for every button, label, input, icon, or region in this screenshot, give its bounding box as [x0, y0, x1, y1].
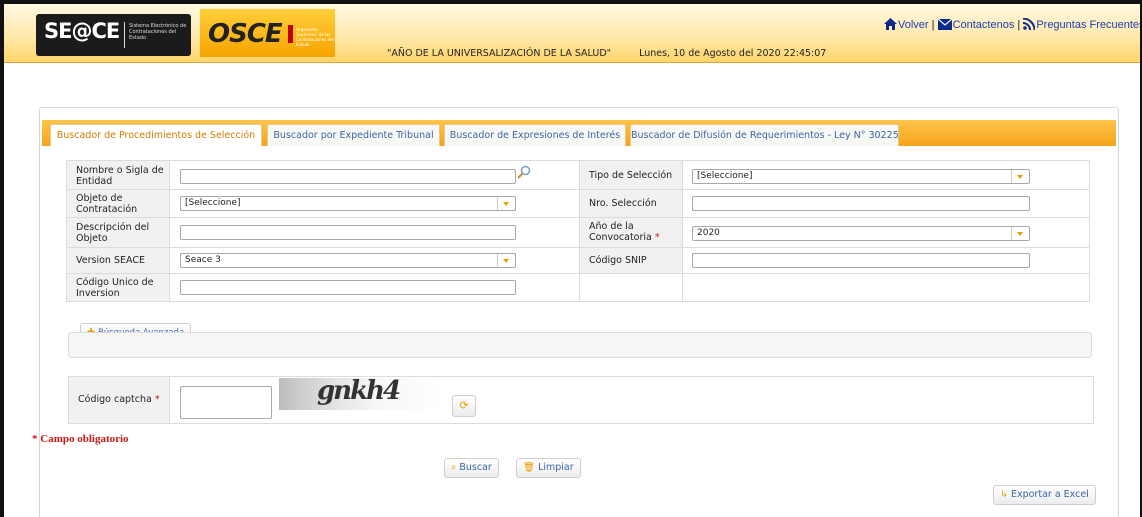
top-navigation: Volver | Contactenos | Preguntas Frecuen… [884, 17, 1140, 33]
tipo-seleccion-value: [Seleccione] [697, 171, 753, 181]
trash-icon: 🗑 [523, 462, 536, 473]
cell-divider [169, 377, 170, 423]
exportar-excel-button[interactable]: ↳ Exportar a Excel [993, 485, 1096, 505]
header-slogan-line: "AÑO DE LA UNIVERSALIZACIÓN DE LA SALUD"… [387, 48, 826, 59]
buscar-label: Buscar [459, 462, 492, 473]
limpiar-button[interactable]: 🗑 Limpiar [516, 458, 581, 478]
search-panel: Buscador de Procedimientos de Selección … [32, 107, 1119, 517]
osce-logo-text: OSCE [208, 19, 283, 49]
tab-expresiones-interes[interactable]: Buscador de Expresiones de Interés [444, 124, 626, 146]
seace-logo[interactable]: SE@CE Sistema Electrónico de Contratacio… [36, 14, 191, 56]
codigo-unico-inversion-label: Código Unico de Inversion [76, 277, 154, 299]
captcha-image: gnkh4 [279, 376, 444, 410]
captcha-image-text: gnkh4 [317, 376, 401, 406]
seace-logo-subtitle: Sistema Electrónico de Contrataciones de… [129, 23, 187, 41]
osce-logo-subtitle: Organismo Supervisor de las Contratacion… [296, 27, 334, 47]
form-row: Descripción del Objeto Año de la Convoca… [66, 218, 1090, 248]
version-seace-value: Seace 3 [185, 255, 221, 265]
codigo-snip-label: Código SNIP [589, 255, 647, 266]
chevron-down-icon[interactable] [497, 254, 515, 267]
header-datetime: Lunes, 10 de Agosto del 2020 22:45:07 [639, 48, 827, 59]
chevron-down-icon[interactable] [1011, 227, 1029, 240]
cell-divider [579, 248, 580, 273]
contactenos-link[interactable]: Contactenos [953, 19, 1015, 31]
anio-convocatoria-value: 2020 [697, 228, 720, 238]
envelope-icon[interactable] [937, 18, 952, 33]
cell-divider [579, 161, 580, 189]
codigo-snip-input[interactable] [692, 253, 1030, 268]
captcha-section: Código captcha * gnkh4 ⟳ [68, 376, 1094, 424]
objeto-contratacion-value: [Seleccione] [185, 198, 241, 208]
tipo-seleccion-label: Tipo de Selección [589, 170, 673, 181]
cell-divider [169, 274, 170, 301]
cell-divider [169, 190, 170, 217]
anio-convocatoria-select[interactable]: 2020 [692, 226, 1030, 241]
mandatory-note: * Campo obligatorio [32, 433, 129, 445]
form-row: Nombre o Sigla de Entidad Tipo de Selecc… [66, 160, 1090, 190]
cell-divider [579, 218, 580, 247]
tab-procedimientos[interactable]: Buscador de Procedimientos de Selección [50, 124, 262, 146]
cell-divider [169, 218, 170, 247]
browser-frame: SE@CE Sistema Electrónico de Contratacio… [0, 0, 1142, 517]
cell-divider [682, 190, 683, 217]
cell-divider [169, 161, 170, 189]
nav-separator: | [1017, 19, 1021, 31]
cell-divider [682, 248, 683, 273]
form-row: Version SEACE Seace 3 Código SNIP [66, 248, 1090, 274]
search-icon[interactable] [517, 164, 531, 183]
anio-convocatoria-text: Año de la Convocatoria [589, 221, 652, 243]
chevron-down-icon[interactable] [497, 197, 515, 210]
home-icon[interactable] [884, 18, 897, 33]
cell-divider [169, 248, 170, 273]
codigo-captcha-text: Código captcha [78, 394, 152, 405]
tipo-seleccion-select[interactable]: [Seleccione] [692, 169, 1030, 184]
nro-seleccion-label: Nro. Selección [589, 198, 657, 209]
exportar-label: Exportar a Excel [1010, 489, 1089, 500]
codigo-captcha-label: Código captcha * [78, 394, 160, 405]
limpiar-label: Limpiar [538, 462, 574, 473]
refresh-captcha-button[interactable]: ⟳ [452, 395, 476, 417]
cell-divider [579, 190, 580, 217]
seace-logo-text: SE@CE [44, 19, 120, 43]
form-row: Objeto de Contratación [Seleccione] Nro.… [66, 190, 1090, 218]
version-seace-label: Version SEACE [76, 255, 145, 266]
captcha-input[interactable] [180, 386, 272, 419]
form-row: Código Unico de Inversion [66, 274, 1090, 302]
tab-difusion-requerimientos[interactable]: Buscador de Difusión de Requerimientos -… [630, 124, 899, 146]
buscar-button[interactable]: ⌕ Buscar [444, 458, 499, 478]
cell-divider [682, 218, 683, 247]
cell-divider [682, 161, 683, 189]
chevron-down-icon[interactable] [1011, 170, 1029, 183]
objeto-contratacion-select[interactable]: [Seleccione] [180, 196, 516, 211]
volver-link[interactable]: Volver [898, 19, 929, 31]
advanced-search-panel [68, 332, 1092, 358]
anio-convocatoria-label: Año de la Convocatoria * [589, 221, 679, 243]
preguntas-frecuentes-link[interactable]: Preguntas Frecuentes [1036, 19, 1140, 31]
rss-icon[interactable] [1023, 17, 1036, 33]
arrow-icon: ↳ [1000, 489, 1008, 500]
nro-seleccion-input[interactable] [692, 196, 1030, 211]
objeto-contratacion-label: Objeto de Contratación [76, 193, 138, 215]
nav-separator: | [931, 19, 935, 31]
tab-expediente-tribunal[interactable]: Buscador por Expediente Tribunal [267, 124, 440, 146]
tab-bar: Buscador de Procedimientos de Selección … [42, 120, 1116, 146]
required-marker: * [154, 394, 160, 405]
osce-logo[interactable]: OSCE Organismo Supervisor de las Contrat… [200, 9, 335, 57]
cell-divider [579, 274, 580, 301]
nombre-entidad-label: Nombre o Sigla de Entidad [76, 165, 164, 187]
nombre-entidad-input[interactable] [180, 169, 516, 184]
version-seace-select[interactable]: Seace 3 [180, 253, 516, 268]
site-header: SE@CE Sistema Electrónico de Contratacio… [4, 4, 1140, 63]
descripcion-objeto-input[interactable] [180, 225, 516, 240]
search-icon: ⌕ [451, 462, 457, 473]
osce-logo-mark [288, 25, 293, 43]
slogan-text: "AÑO DE LA UNIVERSALIZACIÓN DE LA SALUD" [387, 48, 612, 59]
codigo-unico-inversion-input[interactable] [180, 280, 516, 295]
refresh-icon: ⟳ [459, 399, 469, 412]
logo-divider [124, 22, 125, 48]
cell-divider [682, 274, 683, 301]
required-marker: * [654, 232, 660, 243]
descripcion-objeto-label: Descripción del Objeto [76, 222, 150, 244]
